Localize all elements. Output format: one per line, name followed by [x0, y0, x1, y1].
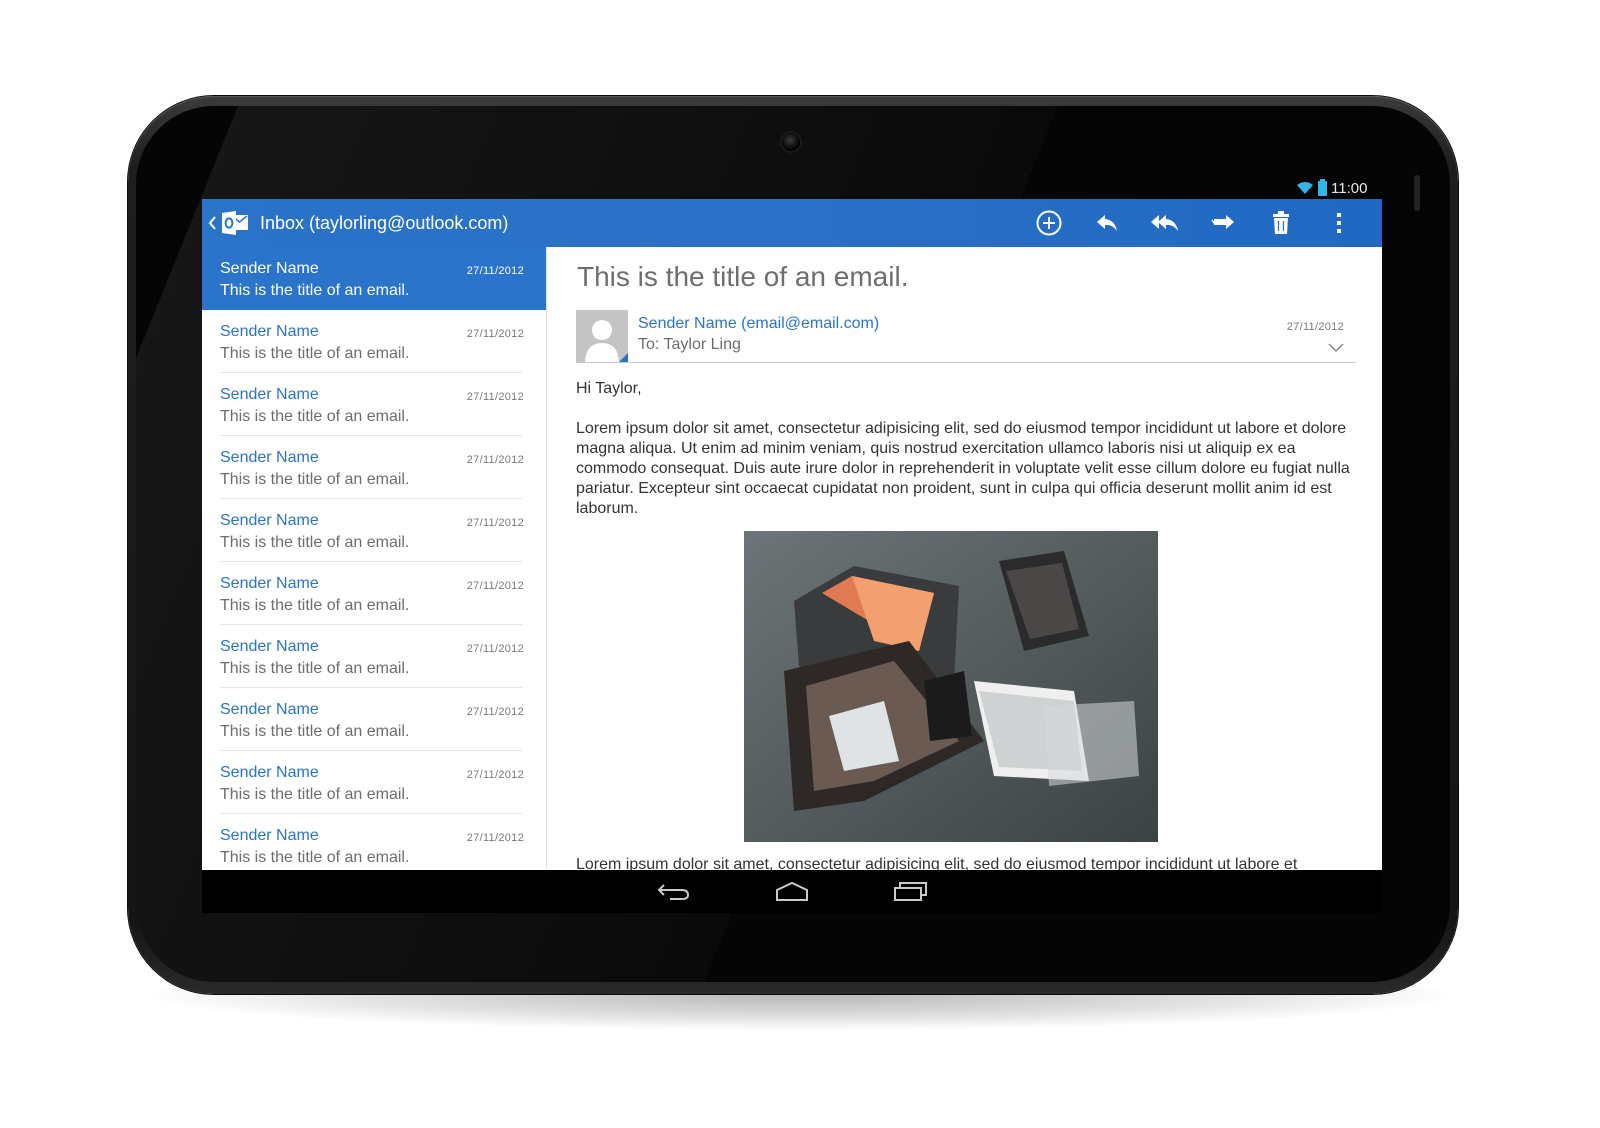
wifi-icon [1297, 182, 1313, 194]
action-bar: Inbox (taylorling@outlook.com) [202, 199, 1382, 247]
chevron-down-icon[interactable] [1328, 343, 1344, 353]
email-subject: This is the title of an email. [220, 345, 410, 362]
sender-address[interactable]: Sender Name (email@email.com) [638, 315, 879, 333]
email-date: 27/11/2012 [466, 643, 524, 655]
email-list-item[interactable]: Sender Name This is the title of an emai… [202, 688, 546, 751]
system-navigation-bar [202, 870, 1382, 913]
email-list-item[interactable]: Sender Name This is the title of an emai… [202, 310, 546, 373]
email-subject: This is the title of an email. [220, 723, 410, 740]
email-reader[interactable]: This is the title of an email. Sender Na… [547, 247, 1382, 870]
status-time: 11:00 [1331, 179, 1368, 197]
attached-photo[interactable] [744, 531, 1158, 842]
sender-name: Sender Name [220, 575, 319, 592]
email-date: 27/11/2012 [1286, 321, 1344, 333]
home-icon[interactable] [774, 880, 810, 902]
reply-icon [1097, 215, 1117, 231]
email-list-item[interactable]: Sender Name This is the title of an emai… [202, 436, 546, 499]
up-navigation-icon[interactable] [208, 215, 218, 231]
email-subject: This is the title of an email. [220, 660, 410, 677]
reply-all-button[interactable] [1136, 199, 1194, 247]
email-date: 27/11/2012 [466, 391, 524, 403]
email-date: 27/11/2012 [466, 769, 524, 781]
side-button [1414, 175, 1420, 211]
sender-name: Sender Name [220, 764, 319, 781]
sender-avatar[interactable] [576, 310, 628, 362]
header-divider [576, 362, 1356, 363]
recipient: To: Taylor Ling [638, 336, 741, 353]
reply-all-icon [1151, 215, 1178, 231]
email-subject: This is the title of an email. [220, 597, 410, 614]
sender-name: Sender Name [220, 512, 319, 529]
forward-button[interactable] [1194, 199, 1252, 247]
avatar-corner-mark [619, 353, 628, 362]
sender-name: Sender Name [220, 323, 319, 340]
sender-name: Sender Name [220, 260, 319, 277]
status-bar: 11:00 [1296, 178, 1367, 198]
app-screen: Inbox (taylorling@outlook.com) Sender Na… [202, 199, 1382, 870]
reply-button[interactable] [1078, 199, 1136, 247]
sender-name: Sender Name [220, 827, 319, 844]
email-title: This is the title of an email. [577, 261, 909, 292]
email-date: 27/11/2012 [466, 706, 524, 718]
email-list-item[interactable]: Sender Name This is the title of an emai… [202, 499, 546, 562]
email-subject: This is the title of an email. [220, 282, 410, 299]
email-date: 27/11/2012 [466, 454, 524, 466]
sender-name: Sender Name [220, 701, 319, 718]
email-date: 27/11/2012 [466, 832, 524, 844]
outlook-logo-icon[interactable] [220, 208, 250, 238]
email-greeting: Hi Taylor, [576, 380, 642, 397]
email-subject: This is the title of an email. [220, 534, 410, 551]
email-subject: This is the title of an email. [220, 786, 410, 803]
phone-box-photo [744, 531, 1158, 842]
delete-button[interactable] [1252, 199, 1310, 247]
email-list-item[interactable]: Sender Name This is the title of an emai… [202, 625, 546, 688]
forward-icon [1211, 215, 1234, 229]
email-date: 27/11/2012 [466, 328, 524, 340]
email-date: 27/11/2012 [466, 580, 524, 592]
email-list-item[interactable]: Sender Name This is the title of an emai… [202, 247, 546, 310]
compose-button[interactable] [1020, 199, 1078, 247]
action-buttons [1020, 199, 1368, 247]
sender-name: Sender Name [220, 449, 319, 466]
email-subject: This is the title of an email. [220, 849, 410, 866]
back-icon[interactable] [656, 880, 692, 902]
email-body-paragraph: Lorem ipsum dolor sit amet, consectetur … [576, 856, 1298, 870]
overflow-menu-icon [1337, 213, 1341, 233]
email-list-item[interactable]: Sender Name This is the title of an emai… [202, 751, 546, 814]
delete-icon [1273, 211, 1289, 234]
inbox-title[interactable]: Inbox (taylorling@outlook.com) [260, 213, 508, 234]
email-subject: This is the title of an email. [220, 408, 410, 425]
email-body-paragraph: Lorem ipsum dolor sit amet, consectetur … [576, 420, 1350, 517]
email-subject: This is the title of an email. [220, 471, 410, 488]
sender-name: Sender Name [220, 386, 319, 403]
email-date: 27/11/2012 [466, 265, 524, 277]
compose-icon [1036, 210, 1062, 236]
sender-name: Sender Name [220, 638, 319, 655]
recent-apps-icon[interactable] [892, 880, 928, 902]
email-list: Sender Name This is the title of an emai… [202, 247, 547, 870]
battery-icon [1318, 178, 1327, 196]
email-list-item[interactable]: Sender Name This is the title of an emai… [202, 562, 546, 625]
email-list-item[interactable]: Sender Name This is the title of an emai… [202, 373, 546, 436]
overflow-menu-button[interactable] [1310, 199, 1368, 247]
email-list-item[interactable]: Sender Name This is the title of an emai… [202, 814, 546, 870]
email-date: 27/11/2012 [466, 517, 524, 529]
front-camera [782, 133, 800, 151]
